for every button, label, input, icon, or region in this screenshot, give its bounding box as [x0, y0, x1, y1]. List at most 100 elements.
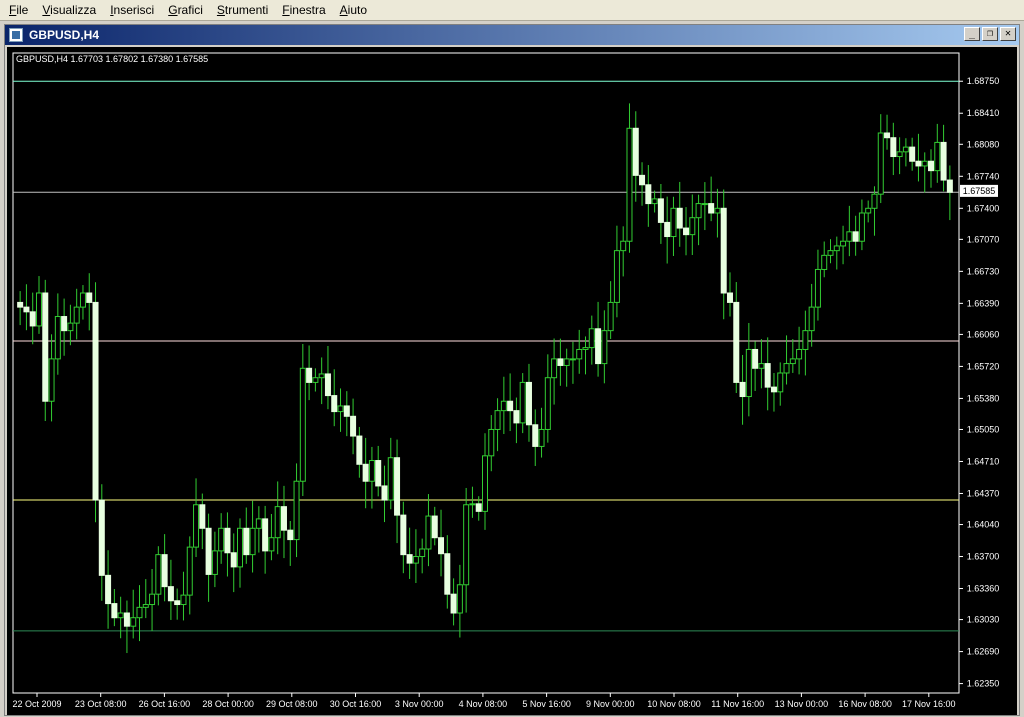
candle-body: [174, 600, 181, 606]
candle-body: [306, 367, 313, 383]
current-price-label: 1.67585: [963, 186, 996, 196]
y-tick-label: 1.67740: [967, 171, 1000, 181]
candle-body: [708, 203, 715, 214]
candle-body: [161, 554, 168, 588]
candle-body: [701, 203, 708, 206]
candle-body: [237, 527, 244, 568]
candle-body: [890, 137, 897, 158]
candle-body: [884, 132, 891, 139]
candle-body: [243, 527, 250, 556]
menu-item-inserisci[interactable]: Inserisci: [103, 0, 161, 21]
y-tick-label: 1.68080: [967, 139, 1000, 149]
y-tick-label: 1.65720: [967, 361, 1000, 371]
chart-area[interactable]: GBPUSD,H4 1.67703 1.67802 1.67380 1.6758…: [7, 47, 1017, 715]
candle-body: [450, 593, 457, 614]
candle-body: [613, 250, 620, 303]
candle-body: [525, 381, 532, 426]
candle-body: [651, 198, 658, 205]
candle-body: [670, 207, 677, 238]
candle-body: [98, 499, 105, 576]
candle-body: [808, 306, 815, 332]
restore-button[interactable]: ❐: [982, 27, 998, 41]
candle-body: [783, 363, 790, 374]
candle-body: [48, 358, 55, 402]
candle-body: [362, 463, 369, 482]
y-tick-label: 1.64370: [967, 488, 1000, 498]
menu-item-file[interactable]: File: [2, 0, 35, 21]
candle-body: [23, 306, 30, 313]
candle-body: [293, 480, 300, 541]
candle-body: [268, 537, 275, 552]
x-tick-label: 13 Nov 00:00: [775, 699, 829, 709]
candle-body: [946, 179, 953, 193]
candle-body: [494, 410, 501, 430]
candle-body: [54, 316, 61, 360]
close-button[interactable]: ✕: [1000, 27, 1016, 41]
candle-body: [488, 428, 495, 457]
candle-body: [17, 301, 24, 308]
candle-body: [871, 193, 878, 209]
candle-body: [928, 160, 935, 172]
chart-window-icon: [9, 28, 23, 42]
candle-body: [513, 410, 520, 424]
menu-item-grafici[interactable]: Grafici: [161, 0, 210, 21]
candle-body: [657, 198, 664, 223]
candle-body: [431, 515, 438, 539]
candle-body: [368, 460, 375, 482]
candle-body: [350, 415, 357, 437]
y-tick-label: 1.62350: [967, 679, 1000, 689]
y-tick-label: 1.64040: [967, 520, 1000, 530]
candle-body: [318, 373, 325, 379]
minimize-button[interactable]: _: [964, 27, 980, 41]
menu-item-visualizza[interactable]: Visualizza: [35, 0, 103, 21]
candle-body: [739, 381, 746, 398]
candle-body: [909, 146, 916, 162]
candle-body: [381, 485, 388, 501]
candle-body: [419, 548, 426, 558]
candle-body: [695, 203, 702, 219]
candle-body: [167, 586, 174, 602]
menu-item-aiuto[interactable]: Aiuto: [333, 0, 374, 21]
candle-body: [563, 358, 570, 366]
y-tick-label: 1.66060: [967, 329, 1000, 339]
candle-body: [35, 292, 42, 327]
candle-body: [676, 207, 683, 229]
candle-body: [544, 377, 551, 430]
candle-body: [199, 504, 206, 529]
y-tick-label: 1.64710: [967, 456, 1000, 466]
candle-body: [412, 556, 419, 564]
candle-body: [620, 240, 627, 252]
candlestick-chart[interactable]: GBPUSD,H4 1.67703 1.67802 1.67380 1.6758…: [7, 47, 1017, 715]
y-tick-label: 1.68750: [967, 76, 1000, 86]
candle-body: [770, 386, 777, 393]
window-titlebar[interactable]: GBPUSD,H4 _ ❐ ✕: [5, 25, 1019, 45]
candle-body: [607, 301, 614, 332]
window-title: GBPUSD,H4: [29, 28, 100, 42]
x-tick-label: 4 Nov 08:00: [459, 699, 508, 709]
candle-body: [588, 328, 595, 349]
x-tick-label: 26 Oct 16:00: [139, 699, 191, 709]
y-tick-label: 1.63360: [967, 584, 1000, 594]
candle-body: [902, 146, 909, 153]
candle-body: [105, 574, 112, 605]
candle-body: [934, 141, 941, 172]
menu-item-finestra[interactable]: Finestra: [275, 0, 332, 21]
candle-body: [155, 554, 162, 595]
candle-body: [67, 322, 74, 332]
candle-body: [752, 348, 759, 369]
candle-body: [833, 245, 840, 252]
candle-body: [111, 603, 118, 619]
candle-body: [79, 292, 86, 308]
candle-body: [639, 174, 646, 186]
candle-body: [595, 328, 602, 365]
candle-body: [469, 503, 476, 506]
candle-body: [149, 593, 156, 606]
y-tick-label: 1.65380: [967, 393, 1000, 403]
menu-item-strumenti[interactable]: Strumenti: [210, 0, 275, 21]
candle-body: [865, 207, 872, 214]
candle-body: [915, 160, 922, 167]
y-tick-label: 1.68410: [967, 108, 1000, 118]
candle-body: [576, 348, 583, 360]
candle-body: [796, 348, 803, 360]
candle-body: [632, 127, 639, 176]
